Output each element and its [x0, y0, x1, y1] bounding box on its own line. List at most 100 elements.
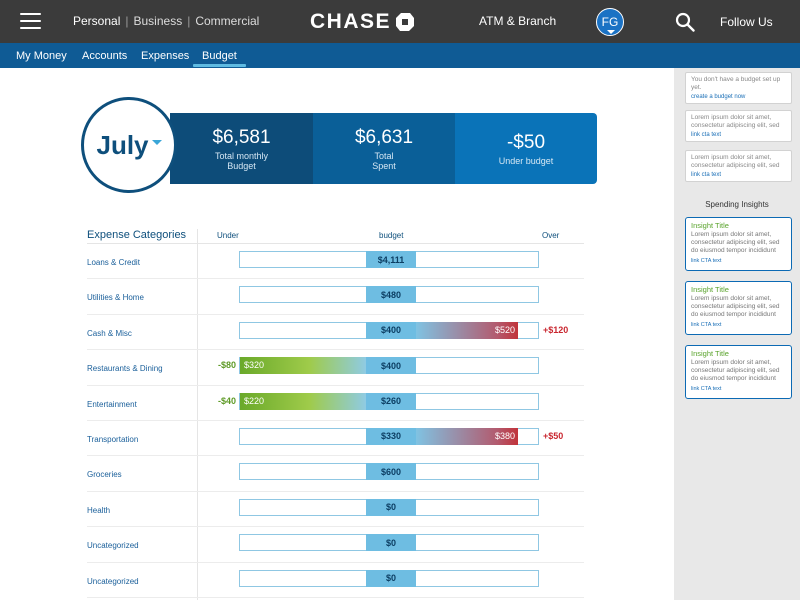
category-name[interactable]: Uncategorized: [87, 541, 139, 550]
category-row[interactable]: Cash & Misc $400 $520 +$120: [87, 315, 584, 351]
total-budget-label-1: Total monthly: [214, 150, 269, 161]
spending-insights-heading: Spending Insights: [705, 200, 769, 209]
under-budget-bar: $220: [240, 392, 366, 410]
spent-amount: $320: [244, 360, 265, 371]
tip-card: You don't have a budget set up yet. crea…: [685, 72, 792, 104]
insight-card[interactable]: Insight Title Lorem ipsum dolor sit amet…: [685, 345, 792, 399]
tab-accounts[interactable]: Accounts: [82, 50, 127, 62]
category-row[interactable]: Uncategorized $0: [87, 527, 584, 563]
category-row[interactable]: Loans & Credit $4,111: [87, 244, 584, 280]
budget-track: $0: [239, 569, 539, 587]
budget-track: $320 $400: [239, 357, 539, 375]
category-name[interactable]: Groceries: [87, 470, 122, 479]
tip-cta-link[interactable]: link cta text: [691, 132, 786, 138]
right-sidebar: You don't have a budget set up yet. crea…: [674, 68, 800, 600]
budget-track: $4,111: [239, 251, 539, 268]
category-name[interactable]: Uncategorized: [87, 577, 139, 586]
over-budget-bar: $520: [415, 321, 518, 339]
tip-cta-link[interactable]: link cta text: [691, 172, 786, 178]
insight-cta-link[interactable]: link CTA text: [691, 258, 786, 264]
over-budget-bar: $380: [415, 427, 518, 445]
budget-amount: $4,111: [366, 251, 416, 268]
tip-card: Lorem ipsum dolor sit amet, consectetur …: [685, 150, 792, 182]
under-budget-bar: $320: [240, 357, 366, 375]
chevron-down-icon: [607, 30, 615, 34]
top-header: Personal | Business | Commercial CHASE ATM &…: [0, 0, 800, 43]
chevron-down-icon: [151, 139, 162, 145]
chase-logo[interactable]: CHASE: [310, 9, 415, 34]
spent-amount: $520: [494, 324, 515, 335]
spent-amount: $380: [494, 430, 515, 441]
insight-body: Lorem ipsum dolor sit amet, consectetur …: [691, 295, 780, 318]
budget-amount: $260: [366, 392, 416, 410]
total-budget-value: $6,581: [212, 126, 271, 148]
category-name[interactable]: Cash & Misc: [87, 329, 132, 338]
category-row[interactable]: Restaurants & Dining $320 $400 -$80: [87, 350, 584, 386]
category-name[interactable]: Loans & Credit: [87, 258, 140, 267]
budget-track: $330 $380: [239, 427, 539, 445]
category-row[interactable]: Transportation $330 $380 +$50: [87, 421, 584, 457]
column-budget-label: budget: [379, 231, 404, 240]
segment-commercial[interactable]: Commercial: [195, 14, 259, 28]
insight-cta-link[interactable]: link CTA text: [691, 322, 786, 328]
total-budget-label-2: Budget: [227, 160, 256, 171]
search-icon[interactable]: [675, 12, 695, 32]
over-amount: +$120: [543, 324, 569, 335]
budget-track: $480: [239, 286, 539, 304]
under-amount: -$80: [218, 360, 237, 371]
budget-amount: $0: [366, 498, 416, 516]
segment-business[interactable]: Business: [134, 14, 183, 28]
category-name[interactable]: Entertainment: [87, 400, 137, 409]
category-name[interactable]: Health: [87, 506, 110, 515]
summary-total-spent: $6,631 Total Spent: [313, 113, 455, 184]
category-row[interactable]: Groceries $600: [87, 456, 584, 492]
insight-title: Insight Title: [691, 221, 729, 230]
tip-text: Lorem ipsum dolor sit amet, consectetur …: [691, 114, 780, 129]
total-spent-value: $6,631: [354, 126, 414, 148]
month-label: July: [96, 129, 149, 160]
category-name[interactable]: Transportation: [87, 435, 138, 444]
segment-switcher: Personal | Business | Commercial: [73, 14, 260, 28]
insight-body: Lorem ipsum dolor sit amet, consectetur …: [691, 359, 780, 382]
category-row[interactable]: Entertainment $220 $260 -$40: [87, 386, 584, 421]
menu-icon[interactable]: [20, 13, 41, 30]
user-avatar[interactable]: FG: [596, 8, 624, 36]
tab-budget[interactable]: Budget: [193, 50, 246, 67]
budget-amount: $480: [366, 286, 416, 304]
tab-expenses[interactable]: Expenses: [141, 50, 189, 62]
logo-text: CHASE: [310, 9, 392, 33]
insight-card[interactable]: Insight Title Lorem ipsum dolor sit amet…: [685, 281, 792, 335]
tip-text: Lorem ipsum dolor sit amet, consectetur …: [691, 154, 780, 169]
insight-cta-link[interactable]: link CTA text: [691, 386, 786, 392]
category-name[interactable]: Utilities & Home: [87, 293, 144, 302]
atm-branch-link[interactable]: ATM & Branch: [479, 14, 556, 28]
insight-title: Insight Title: [691, 285, 729, 294]
category-list: Loans & Credit $4,111 Utilities & Home $480…: [87, 244, 584, 598]
total-spent-label-1: Total: [374, 150, 394, 161]
tab-my-money[interactable]: My Money: [16, 50, 67, 62]
segment-personal[interactable]: Personal: [73, 14, 120, 28]
budget-track: $600: [239, 463, 539, 481]
category-name[interactable]: Restaurants & Dining: [87, 364, 163, 373]
category-row[interactable]: Health $0: [87, 492, 584, 528]
budget-track: $220 $260: [239, 392, 539, 410]
category-row[interactable]: Uncategorized $0: [87, 563, 584, 598]
insight-card[interactable]: Insight Title Lorem ipsum dolor sit amet…: [685, 217, 792, 271]
tip-card: Lorem ipsum dolor sit amet, consectetur …: [685, 110, 792, 142]
month-selector[interactable]: July: [81, 97, 177, 193]
chase-octagon-icon: [396, 12, 415, 31]
follow-us-link[interactable]: Follow Us: [720, 15, 773, 29]
category-row[interactable]: Utilities & Home $480: [87, 279, 584, 315]
under-amount: -$40: [218, 395, 237, 406]
budget-summary: $6,581 Total monthly Budget $6,631 Total…: [170, 113, 597, 184]
create-budget-link[interactable]: create a budget now: [691, 94, 786, 100]
budget-amount: $0: [366, 569, 416, 587]
budget-amount: $600: [366, 463, 416, 481]
budget-track: $400 $520: [239, 321, 539, 339]
column-over-label: Over: [542, 231, 560, 240]
tip-text: You don't have a budget set up yet.: [691, 76, 781, 91]
over-amount: +$50: [543, 430, 564, 441]
expense-categories-title: Expense Categories: [87, 229, 187, 241]
summary-under-budget: -$50 Under budget: [455, 113, 597, 184]
total-spent-label-2: Spent: [372, 160, 396, 171]
